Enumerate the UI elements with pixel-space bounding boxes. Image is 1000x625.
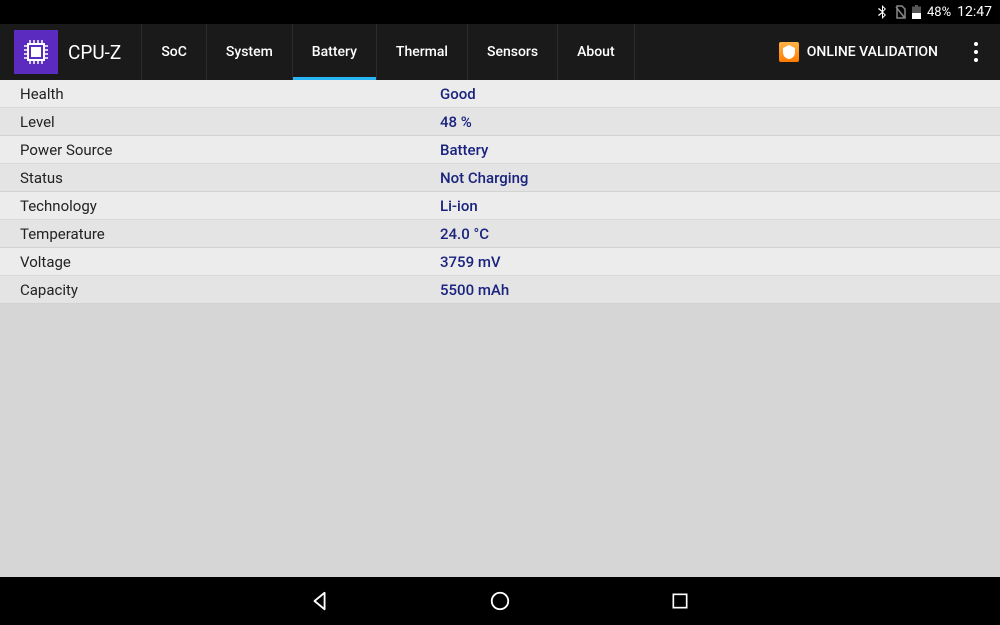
row-value: Battery bbox=[440, 141, 488, 159]
square-icon bbox=[670, 591, 690, 611]
no-sim-icon bbox=[894, 5, 906, 19]
row-label: Voltage bbox=[0, 253, 440, 271]
tab-thermal[interactable]: Thermal bbox=[377, 24, 468, 80]
info-row-health: Health Good bbox=[0, 80, 1000, 108]
android-nav-bar bbox=[0, 577, 1000, 625]
validation-badge-icon bbox=[779, 42, 799, 62]
app-bar: CPU-Z SoC System Battery Thermal Sensors… bbox=[0, 24, 1000, 80]
more-vert-icon bbox=[974, 42, 978, 62]
nav-back-button[interactable] bbox=[300, 581, 340, 621]
battery-info-list: Health Good Level 48 % Power Source Batt… bbox=[0, 80, 1000, 304]
row-value: Good bbox=[440, 85, 476, 103]
overflow-menu-button[interactable] bbox=[952, 24, 1000, 80]
row-label: Status bbox=[0, 169, 440, 187]
app-icon bbox=[14, 30, 58, 74]
info-row-power-source: Power Source Battery bbox=[0, 136, 1000, 164]
row-label: Temperature bbox=[0, 225, 440, 243]
tab-label: Battery bbox=[312, 44, 357, 60]
app-title: CPU-Z bbox=[68, 24, 141, 80]
nav-recent-button[interactable] bbox=[660, 581, 700, 621]
info-row-level: Level 48 % bbox=[0, 108, 1000, 136]
info-row-status: Status Not Charging bbox=[0, 164, 1000, 192]
tab-label: System bbox=[226, 44, 273, 60]
android-status-bar: 48% 12:47 bbox=[0, 0, 1000, 24]
row-value: 5500 mAh bbox=[440, 281, 509, 299]
row-value: 24.0 °C bbox=[440, 225, 489, 243]
battery-percent: 48% bbox=[927, 5, 951, 20]
bluetooth-icon bbox=[876, 5, 888, 19]
info-row-capacity: Capacity 5500 mAh bbox=[0, 276, 1000, 304]
online-validation-button[interactable]: ONLINE VALIDATION bbox=[765, 24, 952, 80]
row-label: Power Source bbox=[0, 141, 440, 159]
tabs: SoC System Battery Thermal Sensors About bbox=[141, 24, 764, 80]
battery-icon bbox=[912, 5, 921, 19]
tab-label: SoC bbox=[161, 44, 187, 60]
info-row-temperature: Temperature 24.0 °C bbox=[0, 220, 1000, 248]
tab-soc[interactable]: SoC bbox=[141, 24, 207, 80]
info-row-voltage: Voltage 3759 mV bbox=[0, 248, 1000, 276]
nav-home-button[interactable] bbox=[480, 581, 520, 621]
tab-sensors[interactable]: Sensors bbox=[468, 24, 558, 80]
row-value: 3759 mV bbox=[440, 253, 501, 271]
row-label: Technology bbox=[0, 197, 440, 215]
info-row-technology: Technology Li-ion bbox=[0, 192, 1000, 220]
validation-label: ONLINE VALIDATION bbox=[807, 44, 938, 60]
back-icon bbox=[309, 590, 331, 612]
clock: 12:47 bbox=[957, 4, 992, 20]
tab-about[interactable]: About bbox=[558, 24, 635, 80]
row-label: Health bbox=[0, 85, 440, 103]
row-label: Level bbox=[0, 113, 440, 131]
tab-label: About bbox=[577, 44, 615, 60]
home-icon bbox=[489, 590, 511, 612]
tab-label: Thermal bbox=[396, 44, 448, 60]
row-value: 48 % bbox=[440, 113, 472, 131]
row-value: Not Charging bbox=[440, 169, 528, 187]
tab-battery[interactable]: Battery bbox=[293, 24, 377, 80]
row-label: Capacity bbox=[0, 281, 440, 299]
row-value: Li-ion bbox=[440, 197, 478, 215]
tab-system[interactable]: System bbox=[207, 24, 293, 80]
tab-label: Sensors bbox=[487, 44, 538, 60]
